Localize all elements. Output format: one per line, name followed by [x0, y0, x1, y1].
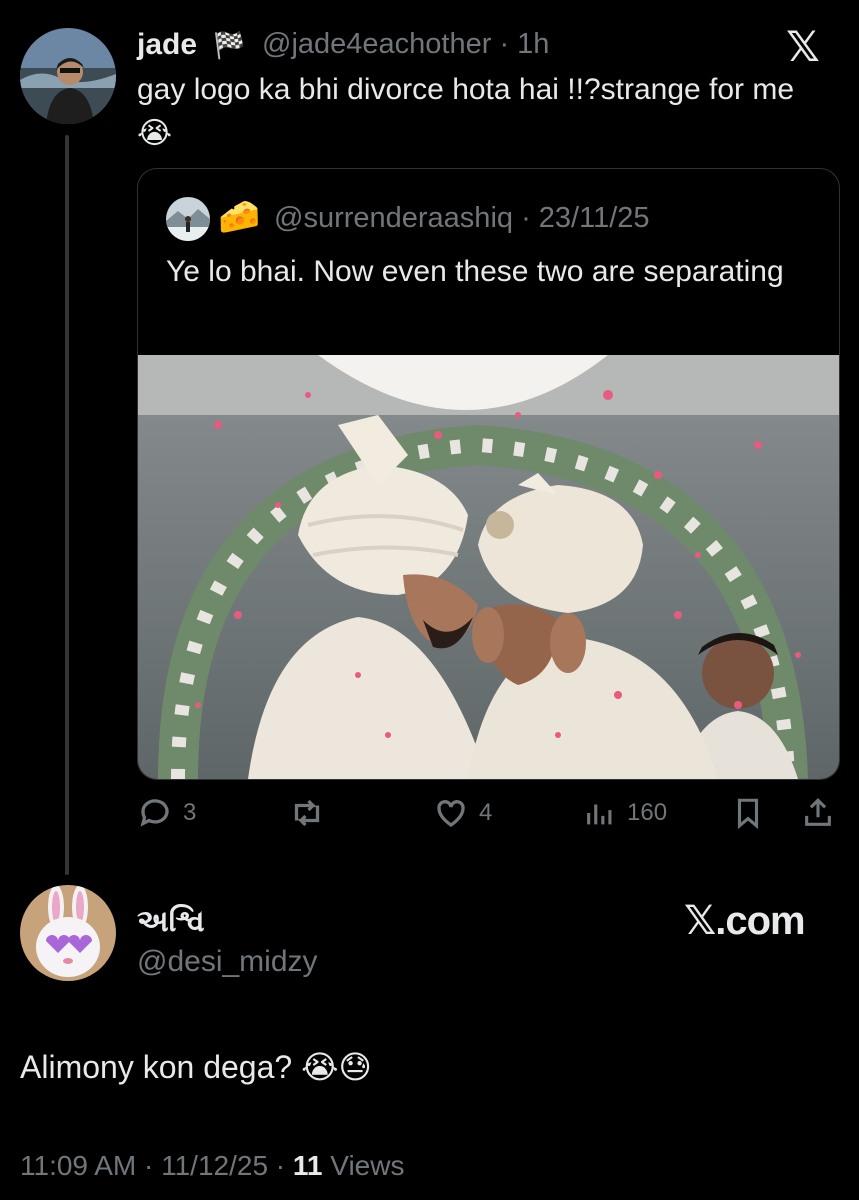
x-com-watermark: 𝕏.com — [684, 899, 806, 943]
bookmark-icon — [737, 798, 759, 830]
reply-button[interactable]: 3 — [137, 795, 196, 831]
views-number: 11 — [292, 1150, 323, 1181]
action-bar: 3 4 160 — [137, 795, 838, 839]
flag-emoji: 🏁 — [213, 30, 246, 60]
views-count: 160 — [627, 799, 668, 826]
thread-line — [65, 135, 69, 875]
bookmark-button[interactable] — [731, 795, 765, 831]
retweet-icon — [294, 799, 320, 827]
tweet-text: gay logo ka bhi divorce hota hai !!?stra… — [137, 73, 795, 150]
retweet-button[interactable] — [287, 795, 327, 831]
author-handle-time[interactable]: @jade4eachother · 1h — [262, 28, 549, 61]
reply-count: 3 — [183, 799, 197, 826]
like-icon — [437, 800, 465, 827]
views-button[interactable]: 160 — [583, 795, 667, 831]
views-label: Views — [322, 1150, 405, 1181]
share-button[interactable] — [801, 795, 835, 831]
quoted-handle-date[interactable]: @surrenderaashiq · 23/11/25 — [274, 202, 650, 235]
like-count: 4 — [479, 799, 493, 826]
quoted-avatar[interactable] — [166, 197, 210, 241]
reply-meta: 11:09 AM · 11/12/25 · 11 Views — [20, 1150, 404, 1182]
timestamp[interactable]: 11:09 AM · 11/12/25 · — [20, 1150, 293, 1181]
reply-icon — [140, 799, 169, 827]
like-button[interactable]: 4 — [433, 795, 492, 831]
avatar[interactable] — [20, 28, 116, 124]
quoted-tweet[interactable]: 🧀 @surrenderaashiq · 23/11/25 Ye lo bhai… — [137, 168, 840, 780]
quoted-text: Ye lo bhai. Now even these two are separ… — [166, 255, 784, 288]
avatar[interactable] — [20, 885, 116, 981]
x-logo-icon[interactable]: 𝕏 — [786, 22, 820, 71]
reply-author-handle[interactable]: @desi_midzy — [137, 945, 318, 979]
cheese-emoji: 🧀 — [218, 198, 261, 236]
views-icon — [587, 804, 612, 825]
author-name[interactable]: jade — [137, 28, 197, 62]
share-icon — [805, 798, 831, 826]
reply-author-name[interactable]: અશ્વિ — [137, 905, 205, 939]
wedding-photo[interactable] — [138, 355, 839, 779]
reply-text: Alimony kon dega? 😭😓 — [20, 1049, 372, 1085]
